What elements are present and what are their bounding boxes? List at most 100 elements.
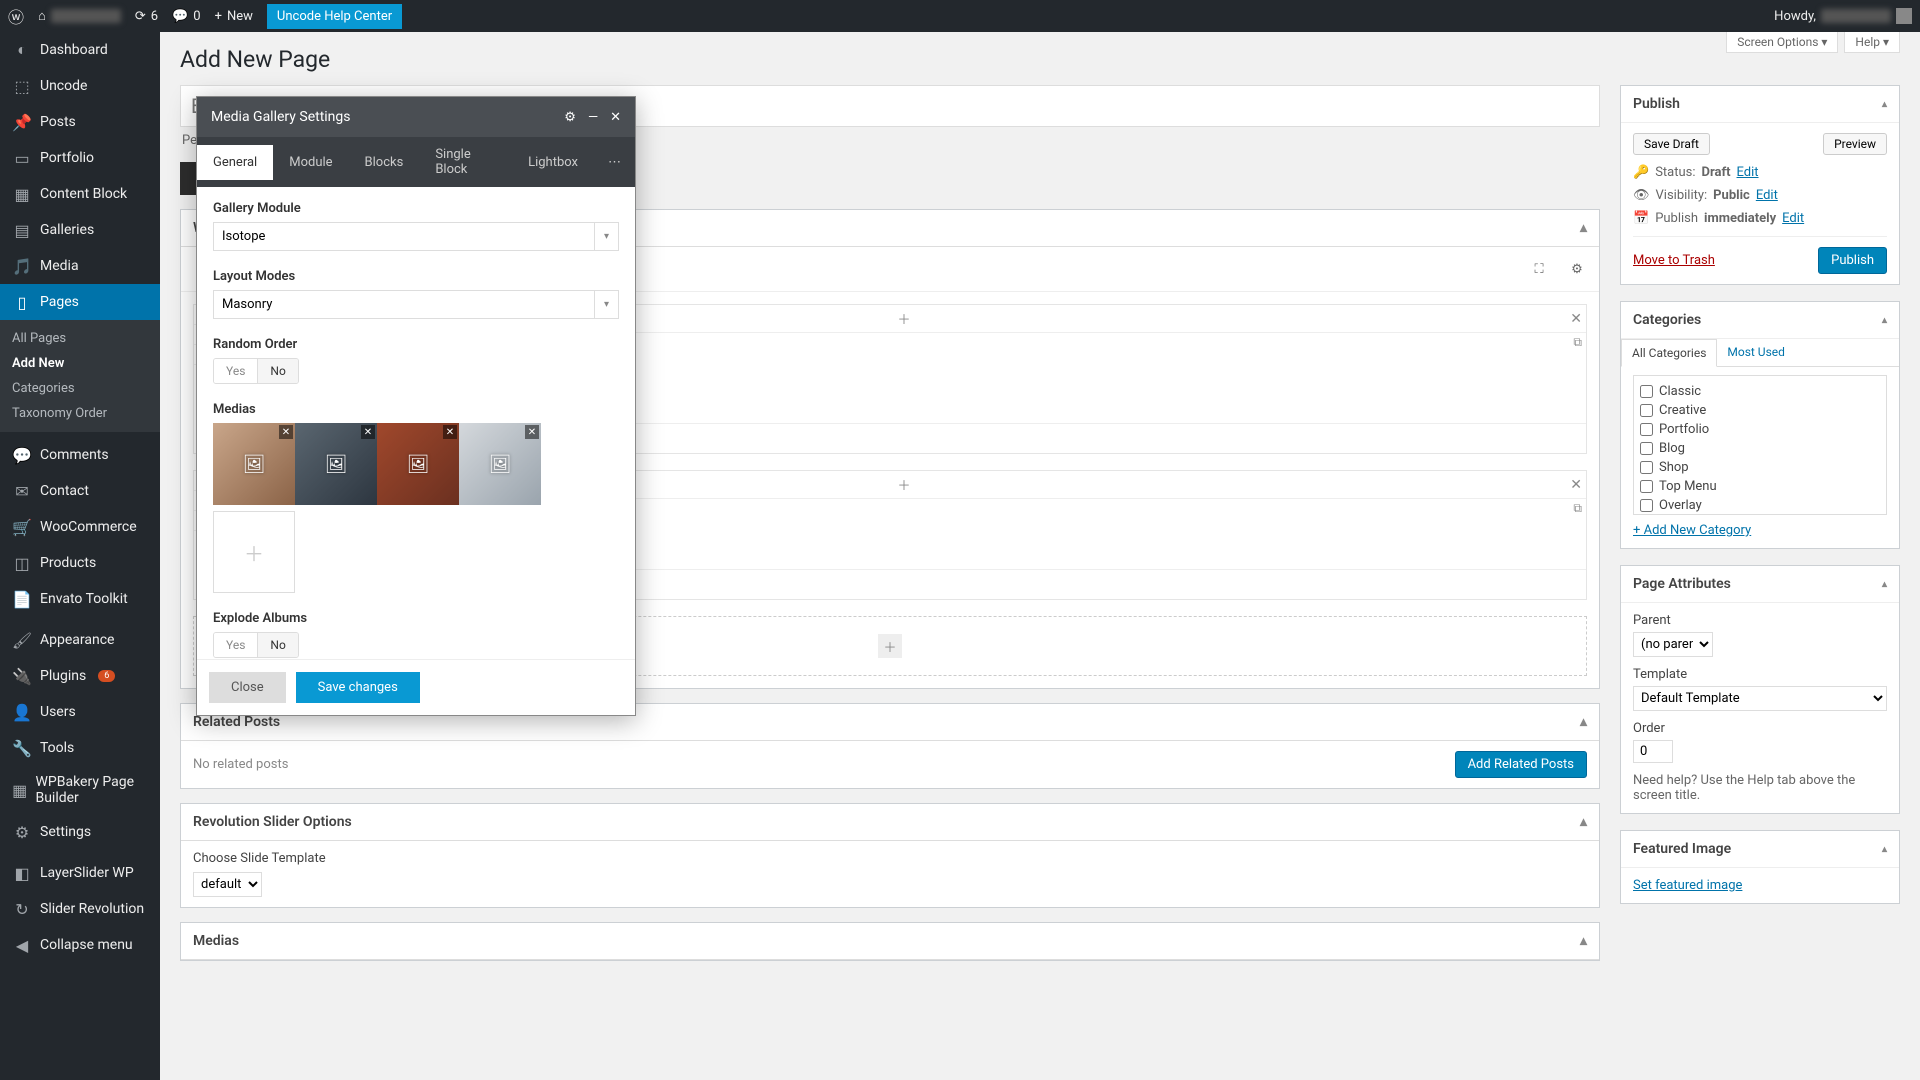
layout-modes-select[interactable] bbox=[214, 291, 594, 318]
sidebar-item-products[interactable]: ◫Products bbox=[0, 545, 160, 581]
home-link[interactable]: ⌂ bbox=[38, 8, 121, 24]
sidebar-item-contact[interactable]: ✉Contact bbox=[0, 473, 160, 509]
sidebar-item-wpbakery-page-builder[interactable]: ▦WPBakery Page Builder bbox=[0, 766, 160, 814]
category-checkbox[interactable] bbox=[1640, 404, 1653, 417]
modal-more-icon[interactable]: ⋯ bbox=[594, 145, 635, 180]
add-category-link[interactable]: + Add New Category bbox=[1633, 523, 1751, 538]
add-related-button[interactable]: Add Related Posts bbox=[1455, 751, 1587, 778]
updates-link[interactable]: ⟳ 6 bbox=[135, 9, 158, 24]
modal-tab-single-block[interactable]: Single Block bbox=[419, 137, 512, 187]
collapse-icon[interactable]: ▴ bbox=[1580, 714, 1587, 730]
category-creative[interactable]: Creative bbox=[1640, 401, 1880, 420]
random-no-button[interactable]: No bbox=[257, 359, 297, 383]
media-item[interactable]: ✕🖼 bbox=[295, 423, 377, 505]
random-yes-button[interactable]: Yes bbox=[214, 359, 257, 383]
category-checkbox[interactable] bbox=[1640, 499, 1653, 512]
edit-status-link[interactable]: Edit bbox=[1737, 165, 1759, 180]
category-classic[interactable]: Classic bbox=[1640, 382, 1880, 401]
row-close-icon[interactable]: ✕ bbox=[1570, 477, 1582, 493]
tab-most-used[interactable]: Most Used bbox=[1717, 339, 1795, 366]
sidebar-item-uncode[interactable]: ⬚Uncode bbox=[0, 68, 160, 104]
fullscreen-button[interactable]: ⛶ bbox=[1523, 253, 1555, 285]
category-blog[interactable]: Blog bbox=[1640, 439, 1880, 458]
sidebar-item-envato-toolkit[interactable]: 📄Envato Toolkit bbox=[0, 581, 160, 617]
category-checkbox[interactable] bbox=[1640, 423, 1653, 436]
modal-close-icon[interactable]: ✕ bbox=[610, 110, 621, 125]
modal-tab-general[interactable]: General bbox=[197, 145, 273, 180]
subitem-categories[interactable]: Categories bbox=[0, 376, 160, 401]
sidebar-item-tools[interactable]: 🔧Tools bbox=[0, 730, 160, 766]
gallery-module-select[interactable] bbox=[214, 223, 594, 250]
explode-yes-button[interactable]: Yes bbox=[214, 633, 257, 657]
chevron-down-icon[interactable]: ▾ bbox=[594, 223, 618, 250]
subitem-add-new[interactable]: Add New bbox=[0, 351, 160, 376]
edit-date-link[interactable]: Edit bbox=[1782, 211, 1804, 226]
row-clone-icon[interactable]: ⧉ bbox=[1573, 501, 1582, 516]
category-shop[interactable]: Shop bbox=[1640, 458, 1880, 477]
collapse-icon[interactable]: ▴ bbox=[1580, 933, 1587, 949]
sidebar-item-collapse-menu[interactable]: ◀Collapse menu bbox=[0, 927, 160, 963]
row-add-icon[interactable]: ＋ bbox=[893, 308, 915, 330]
sidebar-item-content-block[interactable]: ▦Content Block bbox=[0, 176, 160, 212]
row-clone-icon[interactable]: ⧉ bbox=[1573, 335, 1582, 350]
modal-save-button[interactable]: Save changes bbox=[296, 672, 420, 703]
help-button[interactable]: Help ▾ bbox=[1844, 32, 1900, 53]
modal-minimize-icon[interactable]: — bbox=[588, 110, 598, 125]
sidebar-item-galleries[interactable]: ▤Galleries bbox=[0, 212, 160, 248]
settings-gear-icon[interactable]: ⚙ bbox=[1561, 253, 1593, 285]
modal-close-button[interactable]: Close bbox=[209, 672, 286, 703]
sidebar-item-plugins[interactable]: 🔌Plugins6 bbox=[0, 658, 160, 694]
sidebar-item-woocommerce[interactable]: 🛒WooCommerce bbox=[0, 509, 160, 545]
chevron-down-icon[interactable]: ▾ bbox=[594, 291, 618, 318]
sidebar-item-pages[interactable]: ▯Pages bbox=[0, 284, 160, 320]
remove-media-icon[interactable]: ✕ bbox=[361, 425, 375, 439]
category-checkbox[interactable] bbox=[1640, 480, 1653, 493]
sidebar-item-comments[interactable]: 💬Comments bbox=[0, 437, 160, 473]
howdy-link[interactable]: Howdy, bbox=[1774, 8, 1912, 24]
collapse-icon[interactable]: ▴ bbox=[1580, 814, 1587, 830]
explode-no-button[interactable]: No bbox=[257, 633, 297, 657]
slide-template-select[interactable]: default bbox=[193, 872, 262, 897]
remove-media-icon[interactable]: ✕ bbox=[443, 425, 457, 439]
subitem-taxonomy-order[interactable]: Taxonomy Order bbox=[0, 401, 160, 426]
sidebar-item-media[interactable]: 🎵Media bbox=[0, 248, 160, 284]
preview-button[interactable]: Preview bbox=[1823, 133, 1887, 155]
modal-tab-blocks[interactable]: Blocks bbox=[349, 145, 420, 180]
collapse-icon[interactable]: ▴ bbox=[1882, 99, 1887, 110]
category-checkbox[interactable] bbox=[1640, 461, 1653, 474]
add-media-button[interactable]: ＋ bbox=[213, 511, 295, 593]
help-center-link[interactable]: Uncode Help Center bbox=[267, 4, 402, 29]
set-featured-image-link[interactable]: Set featured image bbox=[1633, 878, 1742, 893]
category-top menu[interactable]: Top Menu bbox=[1640, 477, 1880, 496]
sidebar-item-appearance[interactable]: 🖌Appearance bbox=[0, 622, 160, 658]
sidebar-item-posts[interactable]: 📌Posts bbox=[0, 104, 160, 140]
comments-link[interactable]: 💬 0 bbox=[172, 9, 201, 24]
modal-tab-lightbox[interactable]: Lightbox bbox=[512, 145, 594, 180]
collapse-icon[interactable]: ▴ bbox=[1882, 844, 1887, 855]
move-to-trash-link[interactable]: Move to Trash bbox=[1633, 253, 1715, 268]
subitem-all-pages[interactable]: All Pages bbox=[0, 326, 160, 351]
new-link[interactable]: + New bbox=[215, 9, 253, 24]
wp-logo[interactable]: ⓦ bbox=[8, 4, 24, 28]
collapse-icon[interactable]: ▴ bbox=[1580, 220, 1587, 236]
plus-icon[interactable]: ＋ bbox=[878, 634, 902, 658]
template-select[interactable]: Default Template bbox=[1633, 686, 1887, 711]
edit-visibility-link[interactable]: Edit bbox=[1756, 188, 1778, 203]
tab-all-categories[interactable]: All Categories bbox=[1621, 339, 1717, 367]
order-input[interactable] bbox=[1633, 740, 1673, 763]
collapse-icon[interactable]: ▴ bbox=[1882, 315, 1887, 326]
category-portfolio[interactable]: Portfolio bbox=[1640, 420, 1880, 439]
sidebar-item-settings[interactable]: ⚙Settings bbox=[0, 814, 160, 850]
row-add-icon[interactable]: ＋ bbox=[893, 474, 915, 496]
modal-gear-icon[interactable]: ⚙ bbox=[564, 110, 576, 125]
media-item[interactable]: ✕🖼 bbox=[377, 423, 459, 505]
modal-tab-module[interactable]: Module bbox=[273, 145, 348, 180]
media-item[interactable]: ✕🖼 bbox=[213, 423, 295, 505]
collapse-icon[interactable]: ▴ bbox=[1882, 579, 1887, 590]
sidebar-item-layerslider-wp[interactable]: ◧LayerSlider WP bbox=[0, 855, 160, 891]
category-overlay[interactable]: Overlay bbox=[1640, 496, 1880, 515]
publish-button[interactable]: Publish bbox=[1818, 247, 1887, 274]
save-draft-button[interactable]: Save Draft bbox=[1633, 133, 1710, 155]
remove-media-icon[interactable]: ✕ bbox=[525, 425, 539, 439]
screen-options-button[interactable]: Screen Options ▾ bbox=[1726, 32, 1838, 53]
